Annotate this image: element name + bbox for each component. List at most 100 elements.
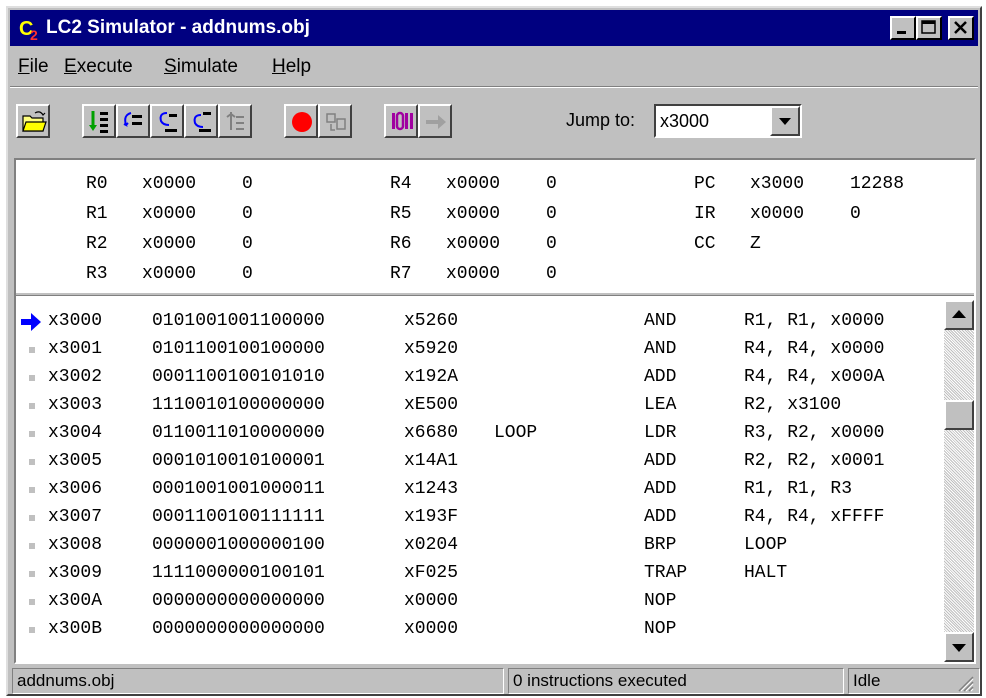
disabled-run-to-button[interactable]	[318, 104, 352, 138]
memory-opcode: AND	[644, 311, 677, 331]
maximize-button[interactable]	[916, 16, 942, 40]
memory-operands: LOOP	[744, 535, 788, 555]
status-instruction-count: 0 instructions executed	[508, 668, 844, 694]
console-button[interactable]	[384, 104, 418, 138]
memory-operands: HALT	[744, 563, 788, 583]
run-icon	[89, 111, 108, 133]
menu-help[interactable]: Help	[272, 56, 311, 78]
scroll-up-button[interactable]	[944, 300, 974, 330]
memory-binary: 1110010100000000	[152, 395, 325, 415]
memory-hex: xF025	[404, 563, 459, 583]
breakpoint-marker[interactable]	[29, 599, 35, 605]
breakpoint-marker[interactable]	[29, 571, 35, 577]
open-button[interactable]	[16, 104, 50, 138]
title-bar[interactable]: C 2 LC2 Simulator - addnums.obj	[10, 10, 978, 46]
arrow-up-icon	[952, 310, 966, 318]
status-filename: addnums.obj	[12, 668, 504, 694]
memory-hex: x5920	[404, 339, 459, 359]
memory-binary: 0101001001100000	[152, 311, 325, 331]
register-hex-value: x0000	[142, 264, 197, 284]
minimize-button[interactable]	[890, 16, 916, 40]
run-button[interactable]	[82, 104, 116, 138]
scroll-down-button[interactable]	[944, 632, 974, 662]
memory-hex: x5260	[404, 311, 459, 331]
register-dec-value: 0	[546, 264, 557, 284]
breakpoint-marker[interactable]	[29, 627, 35, 633]
memory-row[interactable]: x3000 0101001001100000 x5260 AND R1, R1, x00…	[16, 308, 944, 336]
register-dec-value: 0	[242, 264, 253, 284]
register-dec-value: 0	[546, 174, 557, 194]
breakpoint-marker[interactable]	[29, 459, 35, 465]
pc-arrow-icon	[21, 313, 41, 331]
memory-binary: 0000000000000000	[152, 591, 325, 611]
open-folder-icon	[22, 111, 47, 132]
memory-row[interactable]: x3009 1111000000100101 xF025 TRAP HALT	[16, 560, 944, 588]
memory-address: x3007	[48, 507, 103, 527]
jump-to-input[interactable]	[658, 108, 766, 134]
resize-grip-icon[interactable]	[956, 674, 974, 692]
memory-row[interactable]: x3008 0000001000000100 x0204 BRP LOOP	[16, 532, 944, 560]
register-dec-value: 0	[242, 174, 253, 194]
menu-simulate[interactable]: Simulate	[164, 56, 238, 78]
step-into-button[interactable]	[150, 104, 184, 138]
memory-row[interactable]: x3005 0001010010100001 x14A1 ADD R2, R2, x00…	[16, 448, 944, 476]
register-dec-value: 0	[242, 234, 253, 254]
breakpoint-marker[interactable]	[29, 375, 35, 381]
memory-hex: x0000	[404, 619, 459, 639]
stop-button[interactable]	[284, 104, 318, 138]
memory-row[interactable]: x300B 0000000000000000 x0000 NOP	[16, 616, 944, 644]
close-button[interactable]	[948, 16, 974, 40]
breakpoint-marker[interactable]	[29, 431, 35, 437]
register-hex-value: x0000	[142, 204, 197, 224]
memory-operands: R3, R2, x0000	[744, 423, 885, 443]
memory-binary: 0001010010100001	[152, 451, 325, 471]
breakpoint-marker[interactable]	[29, 515, 35, 521]
panel-divider[interactable]	[16, 292, 974, 296]
disabled-step-button[interactable]	[218, 104, 252, 138]
register-name: R1	[86, 204, 108, 224]
memory-hex: xE500	[404, 395, 459, 415]
memory-binary: 0000001000000100	[152, 535, 325, 555]
menu-file[interactable]: File	[18, 56, 49, 78]
register-name: R0	[86, 174, 108, 194]
step-over-button[interactable]	[116, 104, 150, 138]
scroll-thumb[interactable]	[944, 400, 974, 430]
memory-opcode: AND	[644, 339, 677, 359]
breakpoint-marker[interactable]	[29, 403, 35, 409]
menu-execute[interactable]: Execute	[64, 56, 133, 78]
disabled-run-to-icon	[326, 113, 346, 131]
simulator-view: R0 x0000 0 R1 x0000 0 R2 x0000 0 R3 x0000 0 R4 x0000 0…	[14, 158, 976, 664]
register-hex-value: x0000	[446, 204, 501, 224]
memory-opcode: NOP	[644, 591, 677, 611]
jump-to-combo[interactable]	[654, 104, 802, 138]
status-bar: addnums.obj 0 instructions executed Idle	[12, 668, 980, 694]
memory-row[interactable]: x3004 0110011010000000 x6680 LOOP LDR R3, R2,…	[16, 420, 944, 448]
memory-row[interactable]: x3002 0001100100101010 x192A ADD R4, R4, x00…	[16, 364, 944, 392]
memory-hex: x0204	[404, 535, 459, 555]
toolbar-separator	[10, 86, 978, 88]
disabled-arrow-button[interactable]	[418, 104, 452, 138]
memory-opcode: TRAP	[644, 563, 688, 583]
register-name: R7	[390, 264, 412, 284]
vertical-scrollbar[interactable]	[944, 300, 974, 662]
step-out-button[interactable]	[184, 104, 218, 138]
arrow-down-icon	[952, 644, 966, 652]
special-register-name: IR	[694, 204, 716, 224]
register-hex-value: x0000	[446, 264, 501, 284]
jump-to-dropdown-button[interactable]	[770, 106, 800, 136]
memory-binary: 0001100100101010	[152, 367, 325, 387]
memory-hex: x192A	[404, 367, 459, 387]
jump-to-label: Jump to:	[566, 110, 636, 130]
memory-row[interactable]: x3006 0001001001000011 x1243 ADD R1, R1, R3	[16, 476, 944, 504]
memory-row[interactable]: x3007 0001100100111111 x193F ADD R4, R4, xFF…	[16, 504, 944, 532]
memory-row[interactable]: x300A 0000000000000000 x0000 NOP	[16, 588, 944, 616]
memory-row[interactable]: x3001 0101100100100000 x5920 AND R4, R4, x00…	[16, 336, 944, 364]
memory-address: x3005	[48, 451, 103, 471]
breakpoint-marker[interactable]	[29, 347, 35, 353]
memory-row[interactable]: x3003 1110010100000000 xE500 LEA R2, x3100	[16, 392, 944, 420]
memory-opcode: NOP	[644, 619, 677, 639]
breakpoint-marker[interactable]	[29, 487, 35, 493]
toolbar: Jump to:	[10, 90, 978, 152]
memory-hex: x193F	[404, 507, 459, 527]
breakpoint-marker[interactable]	[29, 543, 35, 549]
